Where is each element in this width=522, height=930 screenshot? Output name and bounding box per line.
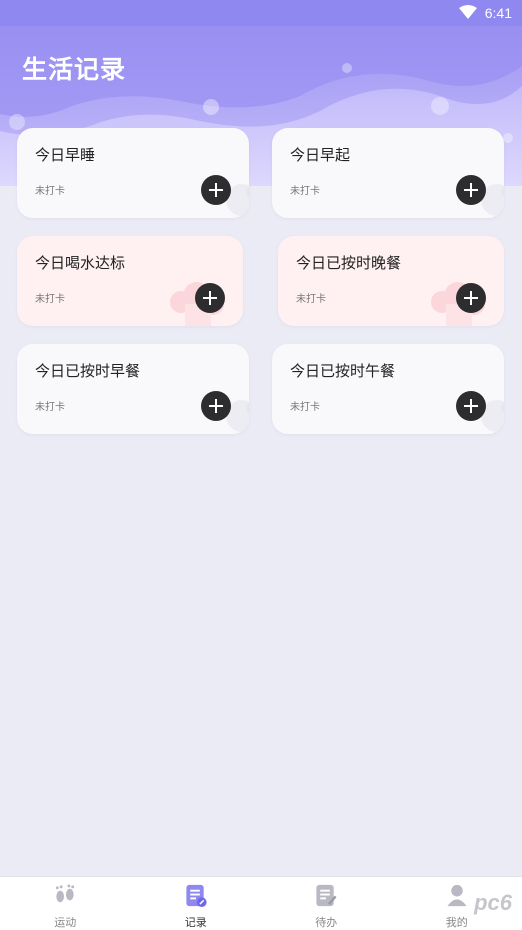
card-title: 今日早起 — [290, 146, 351, 164]
card-early-rise[interactable]: 今日早起 未打卡 — [272, 128, 504, 218]
card-title: 今日喝水达标 — [35, 254, 126, 272]
add-button[interactable] — [456, 391, 486, 421]
card-status: 未打卡 — [35, 294, 65, 305]
card-dinner[interactable]: 今日已按时晚餐 未打卡 — [278, 236, 504, 326]
card-title: 今日早睡 — [35, 146, 96, 164]
nav-label: 待办 — [315, 916, 338, 929]
card-status: 未打卡 — [296, 294, 326, 305]
nav-label: 运动 — [54, 916, 77, 929]
status-right: 6:41 — [458, 3, 512, 23]
status-time: 6:41 — [484, 5, 512, 21]
plus-icon — [464, 291, 478, 305]
card-water[interactable]: 今日喝水达标 未打卡 — [17, 236, 243, 326]
plus-icon — [203, 291, 217, 305]
add-button[interactable] — [201, 391, 231, 421]
add-button[interactable] — [195, 283, 225, 313]
watermark: pc6 — [474, 890, 512, 915]
todo-icon — [316, 884, 337, 907]
plus-icon — [209, 183, 223, 197]
record-icon — [186, 884, 207, 908]
card-status: 未打卡 — [290, 402, 320, 413]
card-title: 今日已按时早餐 — [35, 362, 141, 380]
nav-item-todo[interactable]: 待办 — [261, 877, 392, 930]
wifi-icon — [458, 4, 477, 23]
profile-icon — [447, 884, 467, 907]
card-early-sleep[interactable]: 今日早睡 未打卡 — [17, 128, 249, 218]
add-button[interactable] — [201, 175, 231, 205]
card-status: 未打卡 — [35, 186, 65, 197]
card-title: 今日已按时晚餐 — [296, 254, 402, 272]
plus-icon — [209, 399, 223, 413]
page-title: 生活记录 — [22, 55, 127, 84]
add-button[interactable] — [456, 283, 486, 313]
bottom-nav: 运动 记录 待办 我的 — [0, 876, 522, 930]
nav-item-sport[interactable]: 运动 — [0, 877, 131, 930]
card-title: 今日已按时午餐 — [290, 362, 396, 380]
plus-icon — [464, 399, 478, 413]
plus-icon — [464, 183, 478, 197]
footprints-icon — [56, 884, 75, 903]
card-breakfast[interactable]: 今日已按时早餐 未打卡 — [17, 344, 249, 434]
add-button[interactable] — [456, 175, 486, 205]
nav-label: 我的 — [445, 916, 468, 929]
card-lunch[interactable]: 今日已按时午餐 未打卡 — [272, 344, 504, 434]
card-status: 未打卡 — [290, 186, 320, 197]
card-status: 未打卡 — [35, 402, 65, 413]
nav-item-record[interactable]: 记录 — [131, 877, 262, 930]
nav-label: 记录 — [184, 916, 207, 929]
status-bar: 6:41 — [0, 0, 522, 26]
